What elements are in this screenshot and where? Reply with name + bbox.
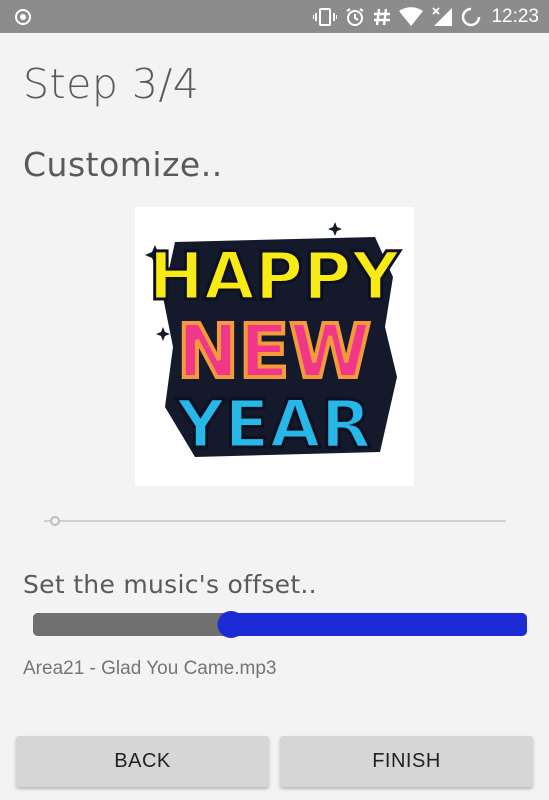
- step-title: Step 3/4: [23, 60, 200, 108]
- hash-icon: [374, 8, 391, 25]
- happy-new-year-image[interactable]: HAPPY NEW YEAR: [135, 207, 414, 486]
- image-slider-thumb[interactable]: [50, 516, 60, 526]
- image-line3: YEAR: [176, 386, 372, 463]
- finish-button[interactable]: FINISH: [280, 736, 533, 787]
- signal-icon: [432, 6, 453, 26]
- image-slider[interactable]: [44, 514, 506, 528]
- status-time: 12:23: [491, 5, 539, 27]
- seekbar-progress: [33, 613, 231, 636]
- image-slider-track: [44, 520, 506, 522]
- sync-icon: [462, 7, 481, 26]
- image-line2: NEW: [177, 309, 371, 395]
- seekbar-thumb[interactable]: [217, 611, 245, 638]
- status-bar: 12:23: [0, 0, 549, 33]
- status-icons: 12:23: [313, 0, 539, 33]
- wifi-icon: [399, 6, 424, 26]
- section-title: Customize..: [23, 145, 223, 184]
- image-graphic: HAPPY NEW YEAR: [135, 207, 414, 486]
- music-offset-seekbar[interactable]: [33, 611, 527, 638]
- alarm-icon: [346, 7, 365, 26]
- record-icon: [15, 9, 31, 25]
- music-offset-label: Set the music's offset..: [23, 570, 317, 599]
- vibrate-icon: [313, 7, 338, 26]
- music-file-name: Area21 - Glad You Came.mp3: [23, 658, 277, 679]
- back-button[interactable]: BACK: [16, 736, 269, 787]
- image-line1: HAPPY: [149, 238, 401, 315]
